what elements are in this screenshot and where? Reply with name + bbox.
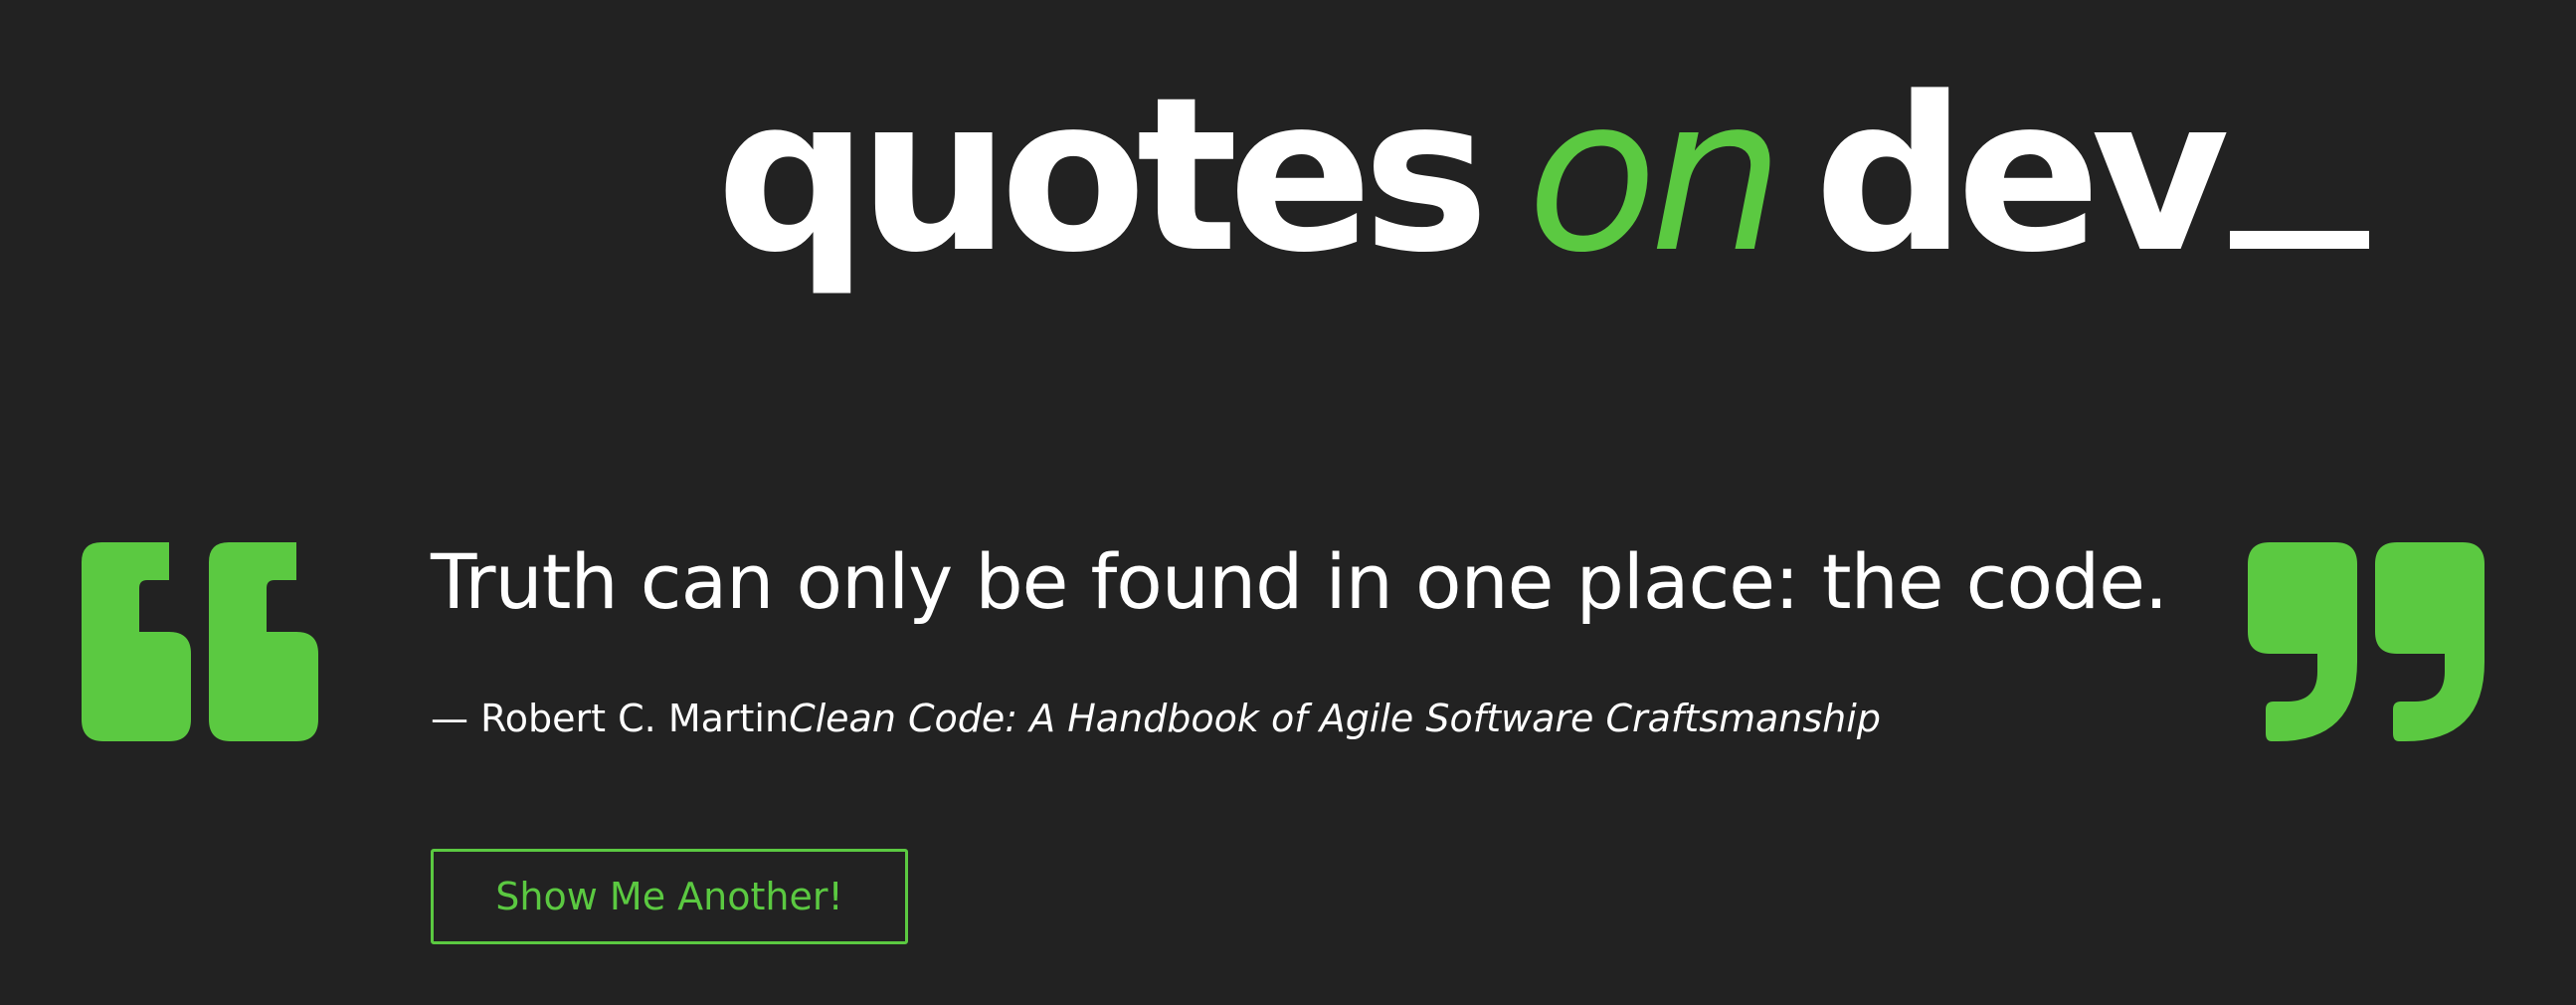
close-quote-icon xyxy=(2248,542,2486,741)
show-another-button[interactable]: Show Me Another! xyxy=(431,849,908,944)
logo-word-on: on xyxy=(1527,52,1784,300)
site-logo[interactable]: quotes on dev xyxy=(716,70,2369,328)
quote-text: Truth can only be found in one place: th… xyxy=(431,537,2168,626)
logo-word-quotes: quotes xyxy=(716,52,1489,300)
quote-attribution: — Robert C. MartinClean Code: A Handbook… xyxy=(431,697,1881,740)
quote-author: — Robert C. Martin xyxy=(431,697,790,740)
open-quote-icon xyxy=(82,542,320,741)
logo-cursor xyxy=(2229,231,2369,249)
logo-word-dev: dev xyxy=(1813,52,2230,300)
quote-source: Clean Code: A Handbook of Agile Software… xyxy=(789,697,1881,740)
